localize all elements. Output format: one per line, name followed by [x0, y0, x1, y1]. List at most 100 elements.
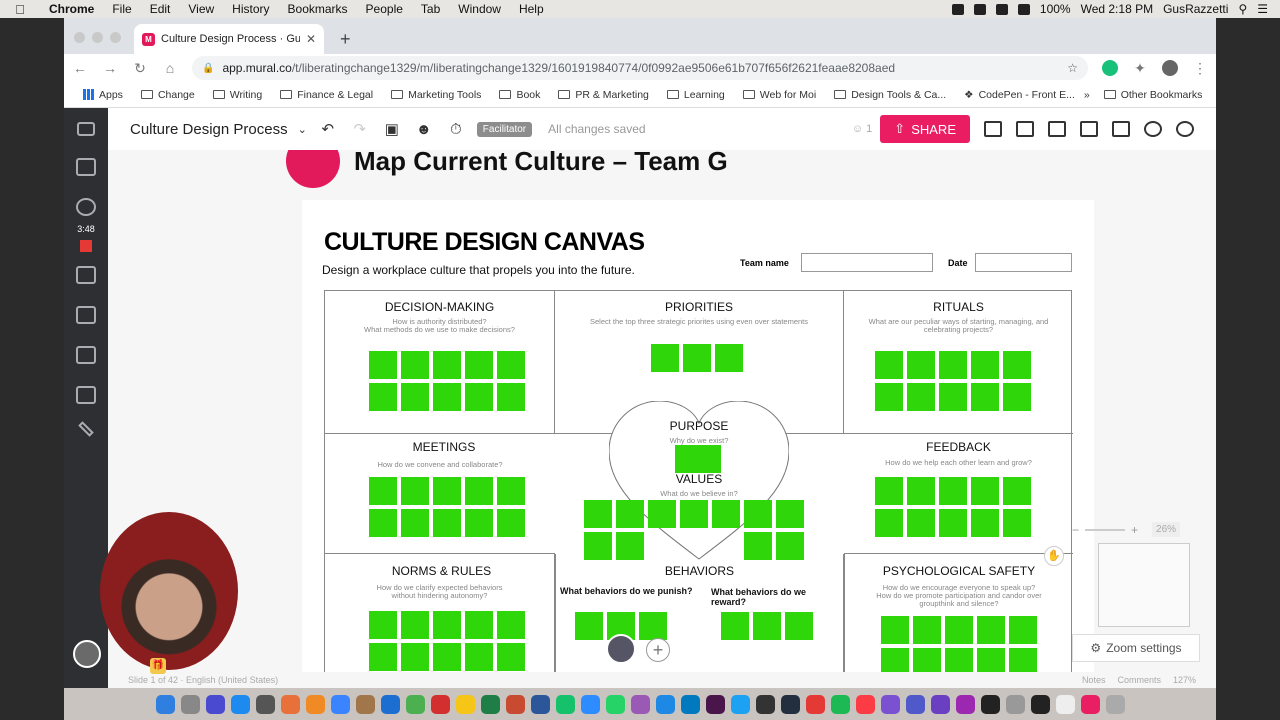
sticky-note[interactable]	[497, 509, 525, 537]
sticky-note[interactable]	[401, 509, 429, 537]
collaborator-avatar[interactable]	[606, 634, 636, 664]
sticky-note[interactable]	[1003, 509, 1031, 537]
app-icon[interactable]	[455, 694, 475, 714]
bookmarks-overflow-icon[interactable]: »	[1084, 89, 1090, 101]
sticky-note[interactable]	[785, 612, 813, 640]
spotlight-icon[interactable]: ⚲	[1238, 2, 1247, 16]
record-stop-icon[interactable]	[80, 240, 92, 252]
menu-people[interactable]: People	[357, 2, 412, 16]
zoom-window-button[interactable]	[110, 32, 121, 43]
profile-avatar[interactable]	[1162, 60, 1178, 76]
sticky-note[interactable]	[465, 611, 493, 639]
sticky-note[interactable]	[616, 500, 644, 528]
siri-icon[interactable]	[205, 694, 225, 714]
bookmark-folder[interactable]: Writing	[204, 89, 271, 101]
sticky-note[interactable]	[1003, 477, 1031, 505]
chevron-down-icon[interactable]: ⌄	[298, 123, 307, 136]
sticky-note[interactable]	[465, 643, 493, 671]
twitter-icon[interactable]	[730, 694, 750, 714]
sticky-note[interactable]	[1009, 616, 1037, 644]
music-icon[interactable]	[855, 694, 875, 714]
zoom-settings-button[interactable]: ⚙ Zoom settings	[1072, 634, 1200, 662]
launchpad-icon[interactable]	[180, 694, 200, 714]
menu-app-name[interactable]: Chrome	[40, 2, 103, 16]
sticky-note[interactable]	[753, 612, 781, 640]
pencil-icon[interactable]	[78, 421, 94, 437]
mural-canvas[interactable]: Map Current Culture – Team G CULTURE DES…	[108, 150, 1216, 688]
sticky-note[interactable]	[971, 477, 999, 505]
app-icon[interactable]	[805, 694, 825, 714]
app-icon[interactable]	[930, 694, 950, 714]
outlook-icon[interactable]	[380, 694, 400, 714]
redo-icon[interactable]: ↷	[349, 120, 371, 138]
sticky-note[interactable]	[712, 500, 740, 528]
menu-history[interactable]: History	[223, 2, 278, 16]
sticky-note[interactable]	[971, 383, 999, 411]
summon-icon[interactable]	[1080, 121, 1098, 137]
powerpoint-icon[interactable]	[505, 694, 525, 714]
sticky-note[interactable]	[939, 383, 967, 411]
close-tab-icon[interactable]: ✕	[306, 32, 316, 46]
sticky-note[interactable]	[776, 532, 804, 560]
sticky-note[interactable]	[401, 383, 429, 411]
frameworks-grid-icon[interactable]	[76, 266, 96, 284]
sticky-note[interactable]	[721, 612, 749, 640]
trello-icon[interactable]	[680, 694, 700, 714]
date-field[interactable]	[975, 253, 1072, 272]
sticky-note[interactable]	[433, 383, 461, 411]
outline-icon[interactable]: ▣	[381, 120, 403, 138]
sticky-note[interactable]	[939, 509, 967, 537]
sticky-note[interactable]	[875, 477, 903, 505]
activity-icon[interactable]	[1016, 121, 1034, 137]
sticky-note[interactable]	[497, 477, 525, 505]
browser-tab-active[interactable]: M Culture Design Process · Gust ✕	[134, 24, 324, 54]
status-icon[interactable]	[973, 3, 986, 15]
spotify-icon[interactable]	[830, 694, 850, 714]
zoom-in-icon[interactable]: +	[1131, 523, 1138, 537]
sticky-note[interactable]	[648, 500, 676, 528]
sticky-note[interactable]	[465, 509, 493, 537]
sticky-note[interactable]	[1003, 351, 1031, 379]
sticky-note[interactable]	[433, 351, 461, 379]
private-mode-icon[interactable]: ☻	[413, 121, 435, 138]
zoom-icon[interactable]	[580, 694, 600, 714]
clock[interactable]: Wed 2:18 PM	[1081, 2, 1153, 16]
shapes-icon[interactable]	[76, 198, 96, 216]
sticky-note[interactable]	[433, 509, 461, 537]
export-icon[interactable]	[984, 121, 1002, 137]
zoom-slider[interactable]: − + 26%	[1072, 522, 1200, 537]
sticky-note[interactable]	[497, 383, 525, 411]
sticky-note[interactable]	[913, 616, 941, 644]
bookmark-folder[interactable]: Web for Moi	[734, 89, 825, 101]
menubar-user[interactable]: GusRazzetti	[1163, 2, 1228, 16]
timer-icon[interactable]: ⏱	[445, 121, 467, 138]
terminal-icon[interactable]	[980, 694, 1000, 714]
share-button[interactable]: ⇧ SHARE	[880, 115, 970, 143]
battery-percent[interactable]: 100%	[1040, 2, 1071, 16]
photos-icon[interactable]	[280, 694, 300, 714]
sticky-note[interactable]	[369, 477, 397, 505]
bookmark-folder[interactable]: Change	[132, 89, 204, 101]
facilitator-badge[interactable]: Facilitator	[476, 121, 533, 137]
back-icon[interactable]: ←	[72, 60, 88, 76]
sticky-note[interactable]	[616, 532, 644, 560]
trash-icon[interactable]	[1105, 694, 1125, 714]
status-zoom[interactable]: 127%	[1173, 675, 1216, 685]
menu-window[interactable]: Window	[449, 2, 510, 16]
zoom-percent[interactable]: 26%	[1152, 522, 1181, 537]
bookmark-folder[interactable]: Learning	[658, 89, 734, 101]
menu-view[interactable]: View	[179, 2, 223, 16]
add-collaborator-icon[interactable]: +	[646, 638, 670, 662]
menu-edit[interactable]: Edit	[141, 2, 180, 16]
sticky-note[interactable]	[497, 351, 525, 379]
slack-icon[interactable]	[705, 694, 725, 714]
sticky-note[interactable]	[369, 509, 397, 537]
sticky-note[interactable]	[744, 532, 772, 560]
address-bar[interactable]: 🔒 app.mural.co/t/liberatingchange1329/m/…	[192, 56, 1088, 80]
menu-tab[interactable]: Tab	[412, 2, 449, 16]
extensions-puzzle-icon[interactable]: ✦	[1132, 60, 1148, 77]
import-icon[interactable]	[76, 386, 96, 404]
apple-icon[interactable]: 	[0, 2, 40, 17]
whatsapp-icon[interactable]	[605, 694, 625, 714]
sticky-note[interactable]	[875, 509, 903, 537]
